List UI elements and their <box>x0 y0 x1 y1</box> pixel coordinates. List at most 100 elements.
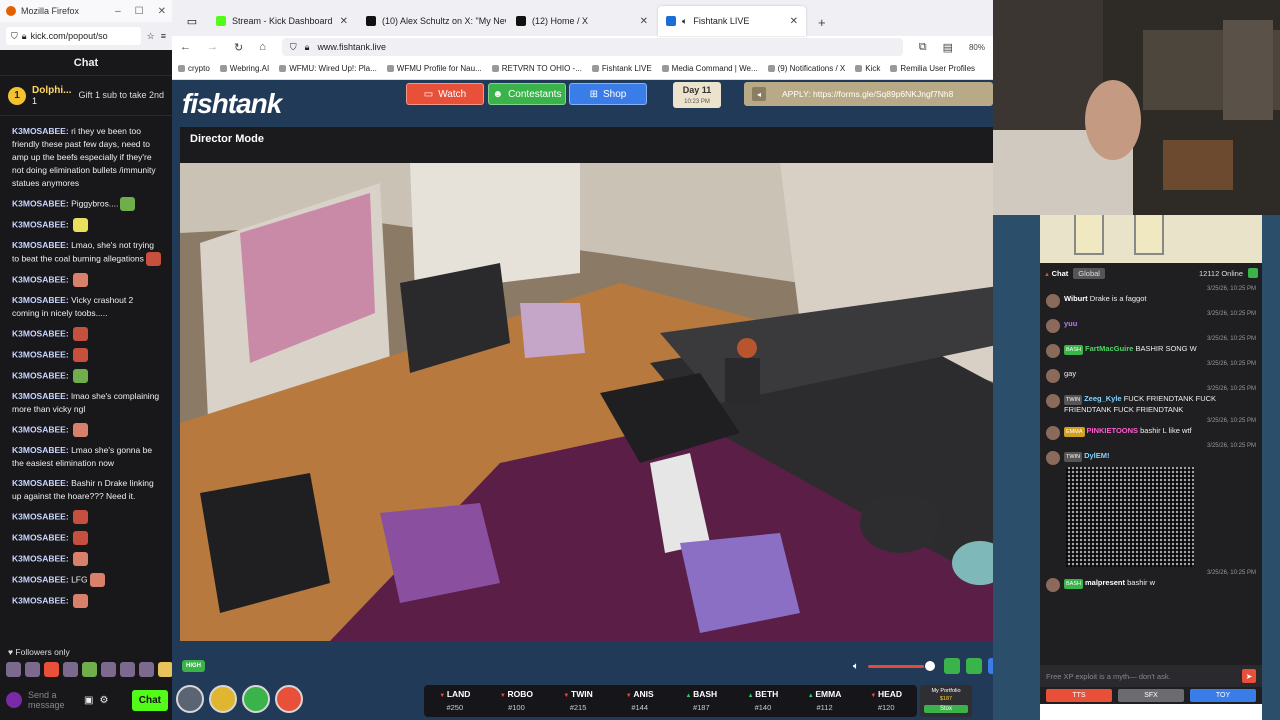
emote-button[interactable] <box>139 662 154 677</box>
chat-username[interactable]: K3MOSABEE: <box>12 445 69 455</box>
reload-icon[interactable]: ↻ <box>234 41 243 54</box>
bookmark-item[interactable]: Webring.AI <box>220 64 269 73</box>
chat-username[interactable]: K3MOSABEE: <box>12 553 69 563</box>
chat-username[interactable]: K3MOSABEE: <box>12 511 69 521</box>
side-chat-username[interactable]: Wiburt <box>1064 294 1088 303</box>
quality-badge[interactable]: HIGH <box>182 660 205 672</box>
avatar[interactable] <box>1046 426 1060 440</box>
users-icon[interactable] <box>1248 268 1258 278</box>
avatar[interactable] <box>1046 369 1060 383</box>
side-chat-tab[interactable]: Chat <box>1044 269 1069 278</box>
chat-message-input[interactable]: Send a message <box>28 690 78 710</box>
avatar[interactable] <box>1046 451 1060 465</box>
coins-icon[interactable] <box>209 685 237 713</box>
bookmark-item[interactable]: crypto <box>178 64 210 73</box>
live-camera-feed[interactable] <box>180 163 1030 641</box>
bookmark-star-icon[interactable]: ☆ <box>147 31 155 42</box>
ticker-item[interactable]: EMMA#112 <box>794 685 856 717</box>
side-chat-input[interactable]: Free XP exploit is a myth— don't ask. ➤ <box>1040 665 1262 687</box>
cast-icon[interactable] <box>966 658 982 674</box>
settings-gear-icon[interactable] <box>176 685 204 713</box>
ticker-item[interactable]: TWIN#215 <box>547 685 609 717</box>
minimize-icon[interactable]: – <box>115 6 121 17</box>
avatar[interactable] <box>6 692 22 708</box>
tab-list-icon[interactable]: ▭ <box>178 6 206 36</box>
bookmark-item[interactable]: (9) Notifications / X <box>768 64 846 73</box>
gift-sub-prompt[interactable]: Gift 1 sub to take 2nd <box>78 90 164 101</box>
side-chat-username[interactable]: PINKIETOONS <box>1087 426 1139 435</box>
screenshot-icon[interactable]: ⧉ <box>919 41 927 54</box>
avatar[interactable] <box>1046 294 1060 308</box>
gear-icon[interactable]: ⚙ <box>99 695 108 706</box>
side-chat-username[interactable]: FartMacGuire <box>1085 344 1133 353</box>
fishtank-logo[interactable]: fishtank <box>182 88 282 120</box>
avatar[interactable] <box>1046 578 1060 592</box>
bookmark-item[interactable]: Media Command | We... <box>662 64 758 73</box>
chat-username[interactable]: K3MOSABEE: <box>12 478 69 488</box>
back-arrow-icon[interactable]: ← <box>180 41 191 53</box>
close-icon[interactable]: ✕ <box>158 6 166 17</box>
bookmark-item[interactable]: Fishtank LIVE <box>592 64 652 73</box>
menu-icon[interactable]: ≡ <box>161 31 166 41</box>
ticker-item[interactable]: BETH#140 <box>732 685 794 717</box>
bookmark-item[interactable]: RETVRN TO OHIO -... <box>492 64 582 73</box>
emote-button[interactable] <box>101 662 116 677</box>
gift-leaderboard[interactable]: 1 Dolphi... 1 Gift 1 sub to take 2nd <box>0 76 172 116</box>
chat-username[interactable]: K3MOSABEE: <box>12 198 69 208</box>
ticker-item[interactable]: HEAD#120 <box>855 685 917 717</box>
tab-kick-dashboard[interactable]: Stream - Kick Dashboard ✕ <box>208 6 356 36</box>
emote-button[interactable] <box>25 662 40 677</box>
volume-knob[interactable] <box>925 661 935 671</box>
home-icon[interactable]: ⌂ <box>259 41 266 53</box>
popout-url-field[interactable]: ⛉ 🔒︎ kick.com/popout/so <box>6 27 141 45</box>
new-tab-button[interactable]: + <box>808 15 836 36</box>
volume-slider[interactable] <box>868 665 924 668</box>
send-arrow-icon[interactable]: ➤ <box>1242 669 1256 683</box>
chat-username[interactable]: K3MOSABEE: <box>12 370 69 380</box>
chat-username[interactable]: K3MOSABEE: <box>12 391 69 401</box>
emote-button[interactable] <box>63 662 78 677</box>
bookmark-item[interactable]: WFMU Profile for Nau... <box>387 64 482 73</box>
close-tab-icon[interactable]: ✕ <box>340 16 348 27</box>
emote-button[interactable] <box>120 662 135 677</box>
gift-icon[interactable]: ▣ <box>84 695 93 706</box>
side-chat-username[interactable]: yuu <box>1064 319 1077 328</box>
bookmark-item[interactable]: Remilia User Profiles <box>890 64 975 73</box>
zoom-level[interactable]: 80% <box>969 43 985 52</box>
avatar[interactable] <box>1046 319 1060 333</box>
tab-fishtank-live[interactable]: 🔈︎ Fishtank LIVE ✕ <box>658 6 806 36</box>
bookmark-item[interactable]: Kick <box>855 64 880 73</box>
chat-username[interactable]: K3MOSABEE: <box>12 274 69 284</box>
notifications-icon[interactable] <box>275 685 303 713</box>
contestants-button[interactable]: ☻ Contestants <box>488 83 566 105</box>
chat-username[interactable]: K3MOSABEE: <box>12 574 69 584</box>
ticker-item[interactable]: BASH#187 <box>671 685 733 717</box>
chat-username[interactable]: K3MOSABEE: <box>12 532 69 542</box>
emote-button[interactable] <box>158 662 173 677</box>
chat-username[interactable]: K3MOSABEE: <box>12 295 69 305</box>
chat-username[interactable]: K3MOSABEE: <box>12 328 69 338</box>
emote-button[interactable] <box>82 662 97 677</box>
stox-button[interactable]: Stox <box>924 705 968 713</box>
tab-home-x[interactable]: (12) Home / X ✕ <box>508 6 656 36</box>
volume-icon[interactable]: 🔈︎ <box>853 661 859 672</box>
ticker-item[interactable]: ANIS#144 <box>609 685 671 717</box>
maximize-icon[interactable]: ☐ <box>135 6 144 17</box>
side-chat-tool-sfx[interactable]: SFX <box>1118 689 1184 702</box>
emote-button[interactable] <box>44 662 59 677</box>
side-chat-username[interactable]: malpresent <box>1085 578 1125 587</box>
chat-username[interactable]: K3MOSABEE: <box>12 424 69 434</box>
chat-username[interactable]: K3MOSABEE: <box>12 240 69 250</box>
tab-alex-schultz-x[interactable]: (10) Alex Schultz on X: "My New ✕ <box>358 6 506 36</box>
forward-arrow-icon[interactable]: → <box>207 41 218 53</box>
ticker-item[interactable]: LAND#250 <box>424 685 486 717</box>
inventory-icon[interactable] <box>242 685 270 713</box>
portfolio-widget[interactable]: My Portfolio $187 Stox <box>920 685 972 717</box>
chat-username[interactable]: K3MOSABEE: <box>12 126 69 136</box>
clip-icon[interactable] <box>944 658 960 674</box>
chat-username[interactable]: K3MOSABEE: <box>12 219 69 229</box>
emote-button[interactable] <box>6 662 21 677</box>
avatar[interactable] <box>1046 394 1060 408</box>
side-chat-username[interactable]: Zeeg_Kyle <box>1084 394 1122 403</box>
side-chat-username[interactable]: DylEM! <box>1084 451 1109 460</box>
